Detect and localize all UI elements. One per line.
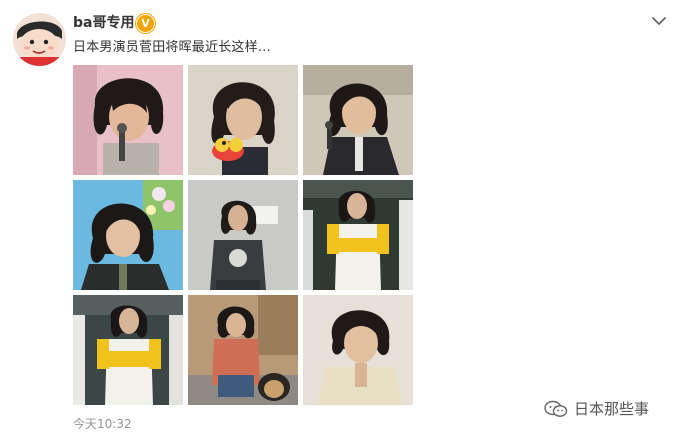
photo-5[interactable] xyxy=(188,180,298,290)
photo-7[interactable] xyxy=(73,295,183,405)
post-text: 日本男演员菅田将晖最近长这样… xyxy=(73,40,272,55)
avatar[interactable] xyxy=(13,13,66,66)
photo-2[interactable] xyxy=(188,65,298,175)
photo-8[interactable] xyxy=(188,295,298,405)
photo-9[interactable] xyxy=(303,295,413,405)
username[interactable]: ba哥专用 xyxy=(73,13,134,33)
photo-6[interactable] xyxy=(303,180,413,290)
photo-3[interactable] xyxy=(303,65,413,175)
verified-badge: V xyxy=(136,14,155,33)
photo-1[interactable] xyxy=(73,65,183,175)
timestamp: 今天10:32 xyxy=(73,417,132,431)
watermark-text: 日本那些事 xyxy=(574,400,650,418)
photo-grid xyxy=(73,65,413,405)
avatar-image xyxy=(13,13,66,66)
photo-4[interactable] xyxy=(73,180,183,290)
wechat-icon xyxy=(544,400,568,417)
chevron-down-icon[interactable] xyxy=(651,14,667,28)
